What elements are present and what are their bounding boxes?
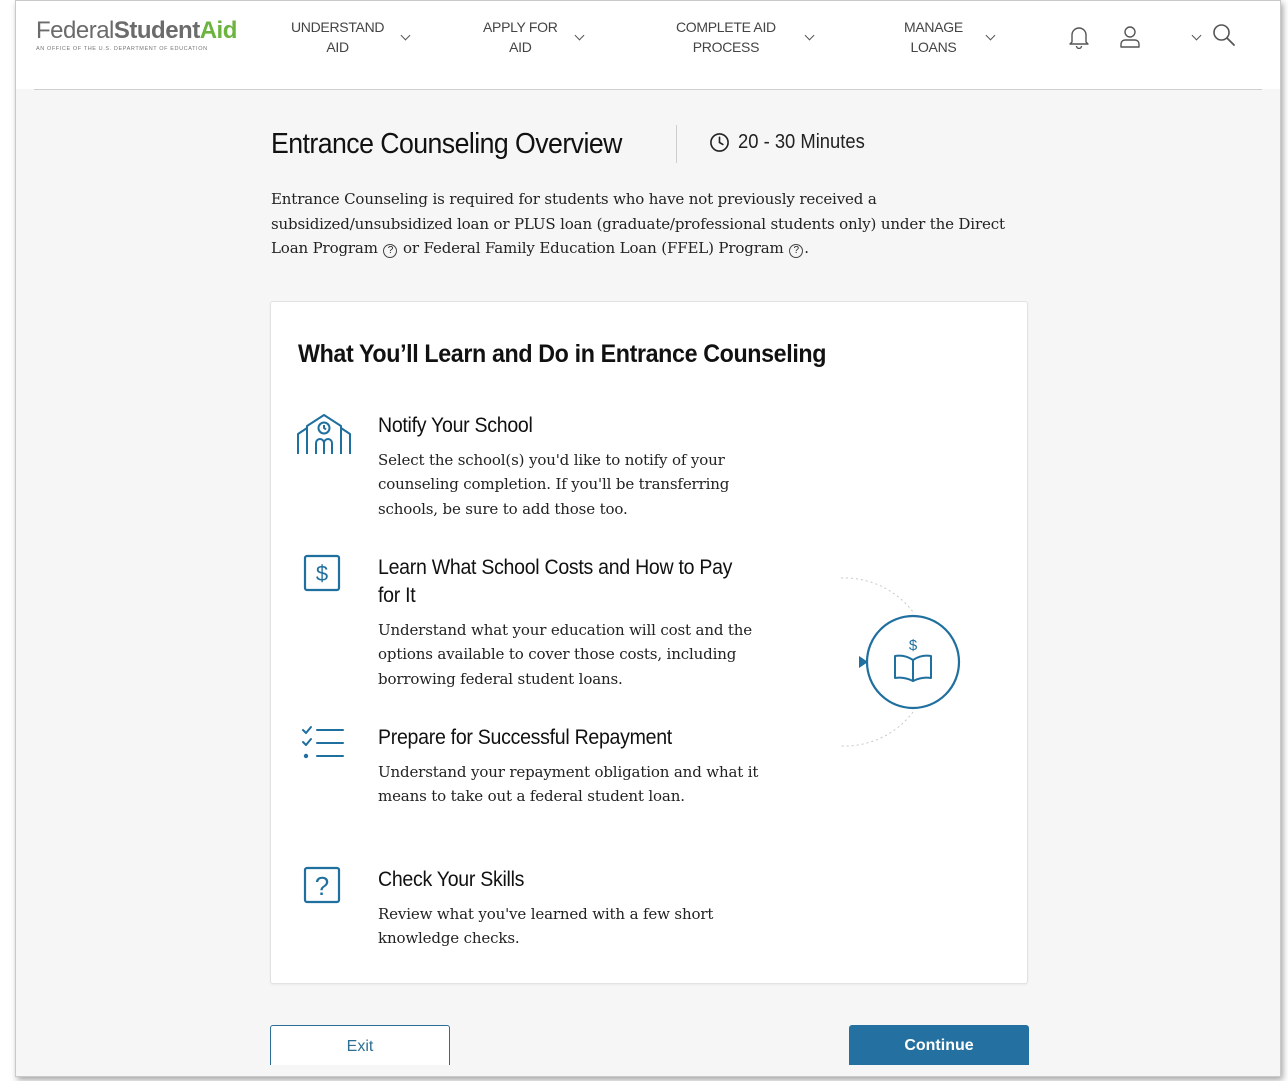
step-description: Review what you've learned with a few sh… (378, 905, 714, 948)
duration: 20 - 30 Minutes (709, 131, 876, 154)
bell-icon[interactable] (1068, 25, 1090, 49)
dollar-icon: $ (303, 554, 341, 592)
nav-understand-aid[interactable]: UNDERSTAND AID (291, 17, 411, 57)
step-title: Learn What School Costs and How to Pay f… (378, 556, 733, 607)
chevron-down-icon (804, 30, 815, 40)
logo-aid: Aid (199, 17, 238, 44)
title-row: Entrance Counseling Overview 20 - 30 Min… (271, 123, 865, 165)
chevron-down-icon (400, 30, 411, 40)
question-icon: ? (303, 866, 341, 904)
continue-button[interactable]: Continue (849, 1025, 1029, 1065)
clock-icon (710, 133, 729, 152)
nav-apply-for-aid[interactable]: APPLY FOR AID (483, 17, 585, 57)
intro-text: Entrance Counseling is required for stud… (271, 190, 1005, 258)
direct-loan-help-icon[interactable]: ? (383, 244, 398, 258)
ffel-help-icon[interactable]: ? (789, 244, 804, 258)
step-title: Notify Your School (378, 414, 533, 437)
user-icon[interactable] (1119, 25, 1141, 49)
account-chevron-down-icon[interactable] (1191, 30, 1202, 41)
step-description: Select the school(s) you'd like to notif… (378, 451, 730, 518)
school-icon (297, 414, 351, 454)
search-icon[interactable] (1212, 23, 1236, 47)
card-title: What You’ll Learn and Do in Entrance Cou… (298, 340, 827, 368)
fsa-logo[interactable]: FederalStudentAid An Office of the U.S. … (36, 17, 246, 57)
nav-complete-aid-process[interactable]: COMPLETE AID PROCESS (676, 17, 815, 57)
header-divider (34, 89, 1262, 90)
logo-subtitle: An Office of the U.S. Department of Educ… (36, 46, 208, 52)
page-title: Entrance Counseling Overview (271, 127, 622, 160)
learn-card: What You’ll Learn and Do in Entrance Cou… (270, 301, 1028, 984)
chevron-down-icon (985, 30, 996, 40)
logo-federal: Federal (36, 17, 114, 44)
logo-student: Student (113, 17, 200, 44)
step-description: Understand your repayment obligation and… (378, 763, 759, 806)
step-title: Check Your Skills (378, 868, 525, 891)
checklist-icon (302, 726, 344, 759)
nav-manage-loans[interactable]: MANAGE LOANS (904, 17, 996, 57)
chevron-down-icon (574, 30, 585, 40)
svg-text:$: $ (909, 637, 918, 654)
title-divider (676, 125, 677, 163)
step-description: Understand what your education will cost… (378, 621, 753, 688)
browser-frame: FederalStudentAid An Office of the U.S. … (15, 0, 1281, 1077)
svg-text:$: $ (316, 561, 328, 586)
duration-text: 20 - 30 Minutes (738, 131, 865, 153)
exit-button[interactable]: Exit (270, 1025, 450, 1065)
site-header: FederalStudentAid An Office of the U.S. … (16, 1, 1280, 89)
step-title: Prepare for Successful Repayment (378, 726, 672, 749)
svg-text:?: ? (315, 871, 329, 901)
book-dollar-icon: $ (840, 577, 961, 747)
